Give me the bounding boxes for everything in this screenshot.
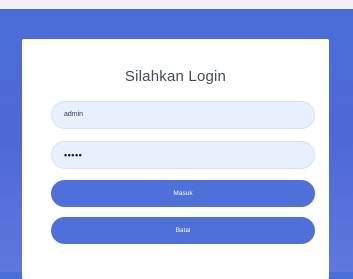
top-strip xyxy=(0,0,353,9)
cancel-button[interactable]: Batal xyxy=(51,217,315,244)
password-field[interactable]: ••••• xyxy=(51,141,315,169)
username-field[interactable]: admin xyxy=(51,101,315,129)
login-title: Silahkan Login xyxy=(124,68,227,85)
login-button[interactable]: Masuk xyxy=(51,180,315,207)
login-card: Silahkan Login admin ••••• Masuk Batal xyxy=(22,39,329,279)
